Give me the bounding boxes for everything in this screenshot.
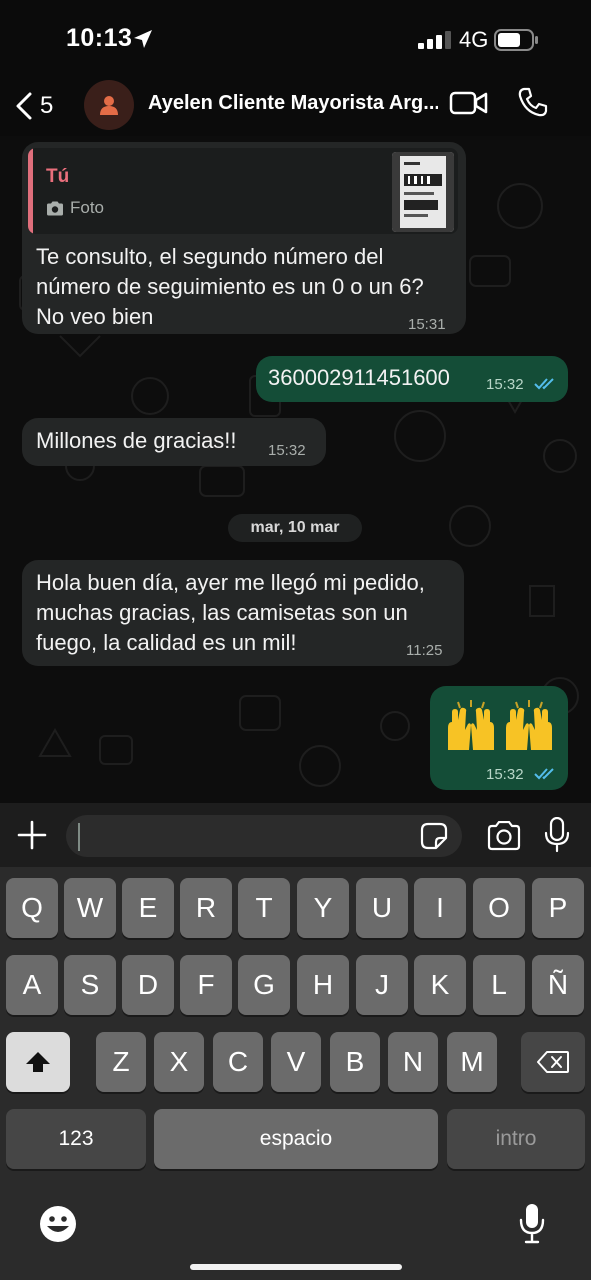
photo-thumbnail[interactable]	[392, 152, 454, 232]
key-l[interactable]: L	[473, 955, 525, 1015]
key-n[interactable]: N	[388, 1032, 438, 1092]
key-h[interactable]: H	[297, 955, 349, 1015]
key-d[interactable]: D	[122, 955, 174, 1015]
avatar[interactable]	[84, 80, 134, 130]
key-i[interactable]: I	[414, 878, 466, 938]
incoming-message[interactable]: Hola buen día, ayer me llegó mi pedido, …	[22, 560, 464, 666]
key-v[interactable]: V	[271, 1032, 321, 1092]
key-p[interactable]: P	[532, 878, 584, 938]
incoming-message-quoted[interactable]: Tú Foto Te consulto, el segundo número d…	[22, 142, 466, 334]
backspace-key[interactable]	[521, 1032, 585, 1092]
message-text: Te consulto, el segundo número del númer…	[36, 242, 460, 332]
key-e[interactable]: E	[122, 878, 174, 938]
message-text: 360002911451600	[268, 365, 450, 390]
shift-arrow-icon	[26, 1052, 50, 1072]
message-input[interactable]	[66, 815, 462, 857]
message-time: 15:31	[408, 316, 446, 333]
chat-area[interactable]: Tú Foto Te consulto, el segundo número d…	[0, 136, 591, 803]
read-receipt-icon	[534, 378, 554, 390]
phone-call-icon[interactable]	[517, 86, 549, 118]
key-s[interactable]: S	[64, 955, 116, 1015]
message-time: 11:25	[406, 642, 443, 659]
emoji-content	[444, 700, 556, 754]
read-receipt-icon	[534, 768, 554, 780]
camera-icon	[47, 201, 63, 215]
key-y[interactable]: Y	[297, 878, 349, 938]
compose-bar	[0, 803, 591, 867]
key-r[interactable]: R	[180, 878, 232, 938]
quote-author: Tú	[46, 166, 70, 187]
back-button[interactable]: 5	[14, 86, 72, 126]
key-c[interactable]: C	[213, 1032, 263, 1092]
outgoing-message[interactable]: 360002911451600 15:32	[256, 356, 568, 402]
outgoing-emoji-message[interactable]: 15:32	[430, 686, 568, 790]
key-b[interactable]: B	[330, 1032, 380, 1092]
network-type: 4G	[459, 27, 489, 52]
person-icon	[100, 96, 118, 115]
key-f[interactable]: F	[180, 955, 232, 1015]
key-k[interactable]: K	[414, 955, 466, 1015]
sticker-icon[interactable]	[420, 822, 448, 850]
quote-accent-bar	[28, 148, 33, 234]
message-line: fuego, la calidad es un mil!	[36, 630, 297, 655]
message-time: 15:32	[486, 766, 524, 783]
contact-name[interactable]: Ayelen Cliente Mayorista Arg...	[148, 92, 438, 115]
message-line: Te consulto, el segundo número del	[36, 244, 384, 269]
shipping-label-image	[392, 152, 454, 232]
quoted-message[interactable]: Tú Foto	[28, 148, 458, 234]
message-time: 15:32	[486, 376, 524, 393]
quote-type-label: Foto	[70, 198, 105, 217]
raising-hands-emoji	[506, 700, 552, 750]
key-o[interactable]: O	[473, 878, 525, 938]
key-t[interactable]: T	[238, 878, 290, 938]
video-call-icon[interactable]	[449, 88, 489, 118]
key-a[interactable]: A	[6, 955, 58, 1015]
chat-header: 5 Ayelen Cliente Mayorista Arg...	[0, 78, 591, 136]
status-bar: 10:13 4G	[0, 0, 591, 78]
numbers-key[interactable]: 123	[6, 1109, 146, 1169]
message-line: muchas gracias, las camisetas son un	[36, 600, 408, 625]
message-line: número de seguimiento es un 0 o un 6?	[36, 274, 424, 299]
return-key[interactable]: intro	[447, 1109, 585, 1169]
message-line: No veo bien	[36, 304, 154, 329]
chevron-left-icon	[16, 92, 32, 120]
home-indicator[interactable]	[190, 1264, 402, 1270]
key-u[interactable]: U	[356, 878, 408, 938]
dictation-mic-icon[interactable]	[518, 1202, 546, 1244]
key-g[interactable]: G	[238, 955, 290, 1015]
key-w[interactable]: W	[64, 878, 116, 938]
raising-hands-emoji	[448, 700, 494, 750]
message-line: Hola buen día, ayer me llegó mi pedido,	[36, 570, 425, 595]
text-caret	[78, 823, 80, 851]
battery-icon	[494, 29, 538, 51]
key-q[interactable]: Q	[6, 878, 58, 938]
cellular-signal-icon	[418, 31, 451, 49]
microphone-icon[interactable]	[544, 817, 570, 853]
key-j[interactable]: J	[356, 955, 408, 1015]
shift-key[interactable]	[6, 1032, 70, 1092]
message-time: 15:32	[268, 442, 306, 459]
date-separator: mar, 10 mar	[228, 514, 362, 542]
attach-plus-icon[interactable]	[16, 819, 48, 851]
message-text: Millones de gracias!!	[36, 428, 237, 453]
unread-count: 5	[40, 92, 54, 119]
key-x[interactable]: X	[154, 1032, 204, 1092]
camera-icon[interactable]	[486, 821, 522, 851]
space-key[interactable]: espacio	[154, 1109, 438, 1169]
quote-type: Foto	[46, 198, 104, 218]
key-enye[interactable]: Ñ	[532, 955, 584, 1015]
key-m[interactable]: M	[447, 1032, 497, 1092]
keyboard: Q W E R T Y U I O P A S D F G H J K L Ñ …	[0, 867, 591, 1280]
emoji-keyboard-icon[interactable]	[38, 1204, 78, 1244]
backspace-icon	[537, 1051, 569, 1073]
key-z[interactable]: Z	[96, 1032, 146, 1092]
status-time: 10:13	[66, 24, 133, 52]
location-arrow-icon	[134, 30, 152, 48]
message-text: Hola buen día, ayer me llegó mi pedido, …	[36, 568, 460, 658]
incoming-message[interactable]: Millones de gracias!! 15:32	[22, 418, 326, 466]
